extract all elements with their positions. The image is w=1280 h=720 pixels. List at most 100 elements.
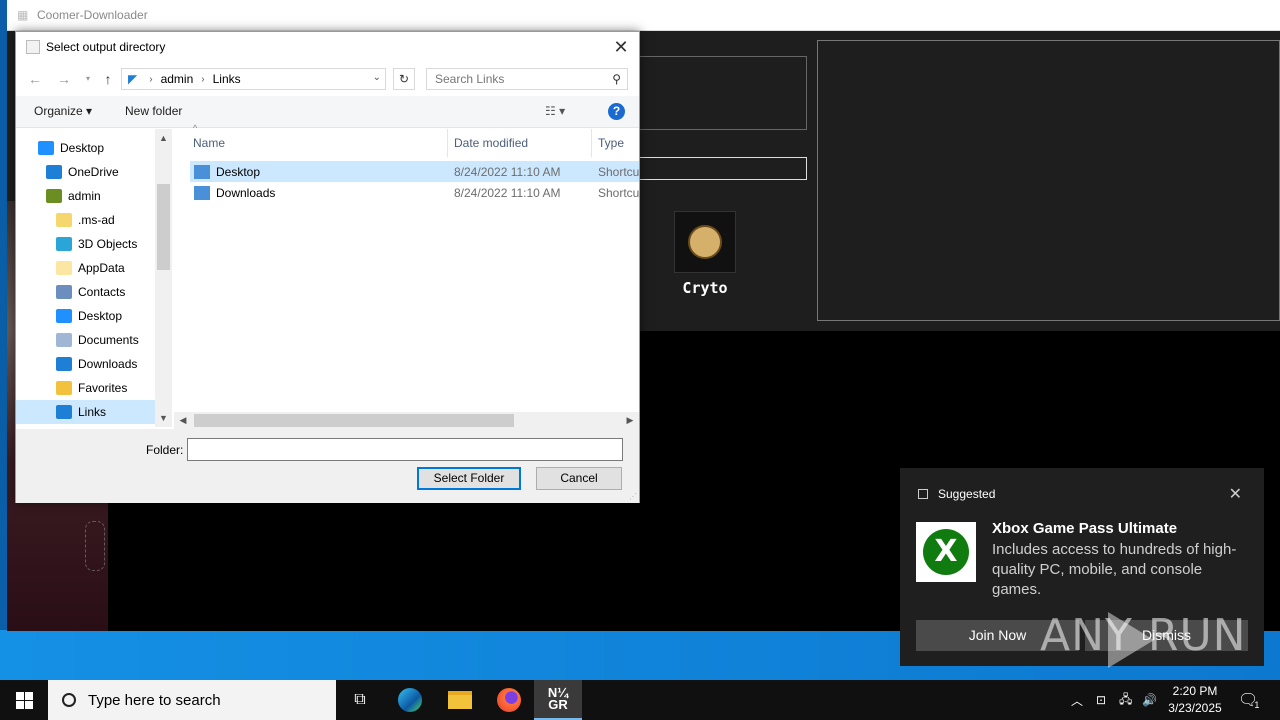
tree-item-label: OneDrive (68, 165, 119, 179)
breadcrumb-links[interactable]: Links (213, 72, 241, 86)
star-icon (56, 381, 72, 395)
scroll-right-icon[interactable]: ▶ (623, 412, 637, 429)
taskbar-search-placeholder: Type here to search (88, 691, 221, 709)
dialog-title: Select output directory (46, 40, 166, 54)
doge-logo-icon (674, 211, 736, 273)
breadcrumb-chevron-icon: › (149, 73, 153, 85)
tree-item-label: admin (68, 189, 101, 203)
preview-box (622, 56, 807, 130)
tree-item-label: Downloads (78, 357, 138, 371)
cancel-button[interactable]: Cancel (536, 467, 622, 490)
coomer-downloader-taskbar-icon[interactable]: N¼ GR (534, 680, 582, 720)
recent-dropdown-icon[interactable]: ▾ (78, 69, 98, 89)
breadcrumb-chevron-icon: › (201, 73, 205, 85)
back-arrow-icon[interactable]: ← (25, 69, 45, 89)
breadcrumb-admin[interactable]: admin (161, 72, 194, 86)
resize-grip-icon[interactable]: ⋰ (629, 492, 637, 501)
file-name: Desktop (216, 164, 261, 179)
select-folder-button[interactable]: Select Folder (417, 467, 521, 490)
scroll-up-icon[interactable]: ▲ (155, 131, 172, 145)
search-icon: ⚲ (612, 72, 621, 86)
tree-item[interactable]: Links (16, 400, 155, 424)
folder-input[interactable] (187, 438, 623, 461)
tree-item[interactable]: .ms-ad (16, 208, 155, 232)
action-center-icon[interactable]: 🗨 1 (1238, 680, 1259, 720)
file-row[interactable]: Desktop 8/24/2022 11:10 AM Shortcut (190, 161, 639, 182)
chevron-down-icon[interactable]: ⌄ (373, 72, 381, 83)
meet-now-icon[interactable]: ⊡ (1096, 680, 1106, 720)
sort-up-icon: ^ (193, 123, 198, 133)
dialog-toolbar: Organize ▾ New folder ☷ ▾ ? (16, 96, 639, 128)
scrollbar-thumb[interactable] (157, 184, 170, 270)
dialog-footer: Folder: Select Folder Cancel ⋰ (16, 429, 639, 503)
show-hidden-icons-icon[interactable]: ︿ (1071, 680, 1083, 720)
tree-item[interactable]: Contacts (16, 280, 155, 304)
tree-item[interactable]: OneDrive (16, 160, 155, 184)
cube-icon (56, 237, 72, 251)
dialog-title-bar[interactable]: Select output directory (16, 32, 639, 62)
help-icon[interactable]: ? (608, 103, 625, 120)
file-row[interactable]: Downloads 8/24/2022 11:10 AM Shortcut (190, 182, 639, 203)
tree-item-label: .ms-ad (78, 213, 115, 227)
scrollbar-thumb[interactable] (194, 414, 514, 427)
documents-icon (56, 333, 72, 347)
search-input[interactable]: Search Links ⚲ (426, 68, 628, 90)
shortcut-icon (194, 164, 210, 179)
new-folder-button[interactable]: New folder (125, 104, 182, 118)
close-icon[interactable]: ✕ (611, 37, 631, 57)
taskbar-search[interactable]: Type here to search (48, 680, 336, 720)
forward-arrow-icon[interactable]: → (54, 69, 74, 89)
column-divider[interactable] (447, 129, 448, 157)
column-date[interactable]: Date modified (454, 136, 528, 150)
network-icon[interactable]: 🖧 (1119, 680, 1132, 720)
view-options-icon[interactable]: ☷ ▾ (545, 104, 565, 118)
list-horizontal-scrollbar[interactable]: ◀ ▶ (174, 412, 639, 429)
link-icon (56, 405, 72, 419)
file-type: Shortcut (598, 164, 639, 179)
tree-item-label: Documents (78, 333, 139, 347)
app-title-bar[interactable]: ▦ Coomer-Downloader (7, 0, 1280, 31)
volume-icon[interactable]: 🔊 (1142, 680, 1157, 720)
select-folder-dialog: Select output directory ✕ ← → ▾ ↑ ◤ › ad… (15, 31, 640, 503)
firefox-icon[interactable] (485, 680, 533, 720)
desktop-icon (38, 141, 54, 155)
tree-item[interactable]: Documents (16, 328, 155, 352)
scroll-left-icon[interactable]: ◀ (176, 412, 190, 429)
contacts-icon (56, 285, 72, 299)
up-arrow-icon[interactable]: ↑ (98, 69, 118, 89)
toast-header: Suggested (918, 487, 995, 501)
tree-item[interactable]: Downloads (16, 352, 155, 376)
edge-icon[interactable] (386, 680, 434, 720)
close-icon[interactable]: ✕ (1229, 484, 1242, 504)
organize-label: Organize (34, 104, 83, 118)
address-bar[interactable]: ◤ › admin › Links ⌄ (121, 68, 386, 90)
clock[interactable]: 2:20 PM 3/23/2025 (1160, 683, 1230, 717)
location-icon: ◤ (128, 72, 138, 86)
navigation-tree: Desktop OneDrive admin .ms-ad 3D Objects AppD… (16, 129, 172, 427)
file-list: ^ Name Date modified Type Desktop 8/24/20… (174, 123, 639, 427)
dialog-icon (26, 40, 40, 54)
column-type[interactable]: Type (598, 136, 624, 150)
tree-item[interactable]: AppData (16, 256, 155, 280)
tree-item[interactable]: admin (16, 184, 155, 208)
text-input[interactable] (622, 157, 807, 180)
cryto-card[interactable]: Cryto (673, 211, 737, 307)
tree-item[interactable]: 3D Objects (16, 232, 155, 256)
tree-item-label: Desktop (60, 141, 105, 155)
scroll-down-icon[interactable]: ▼ (155, 411, 172, 425)
organize-button[interactable]: Organize ▾ (34, 104, 92, 118)
refresh-icon[interactable]: ↻ (393, 68, 415, 90)
task-view-icon[interactable]: ⧉ (336, 680, 384, 720)
tree-item[interactable]: Desktop (16, 304, 155, 328)
notification-count: 1 (1254, 700, 1260, 710)
tree-item[interactable]: Favorites (16, 376, 155, 400)
taskbar: Type here to search ⧉ N¼ GR ︿ ⊡ 🖧 🔊 2:20 … (0, 680, 1280, 720)
column-name[interactable]: Name (193, 136, 225, 150)
search-icon (62, 693, 76, 707)
xbox-logo-icon: X (916, 522, 976, 582)
file-explorer-icon[interactable] (436, 680, 484, 720)
tree-scrollbar[interactable]: ▲ ▼ (155, 129, 172, 427)
column-divider[interactable] (591, 129, 592, 157)
start-button[interactable] (0, 680, 48, 720)
tree-item[interactable]: Desktop (16, 136, 155, 160)
